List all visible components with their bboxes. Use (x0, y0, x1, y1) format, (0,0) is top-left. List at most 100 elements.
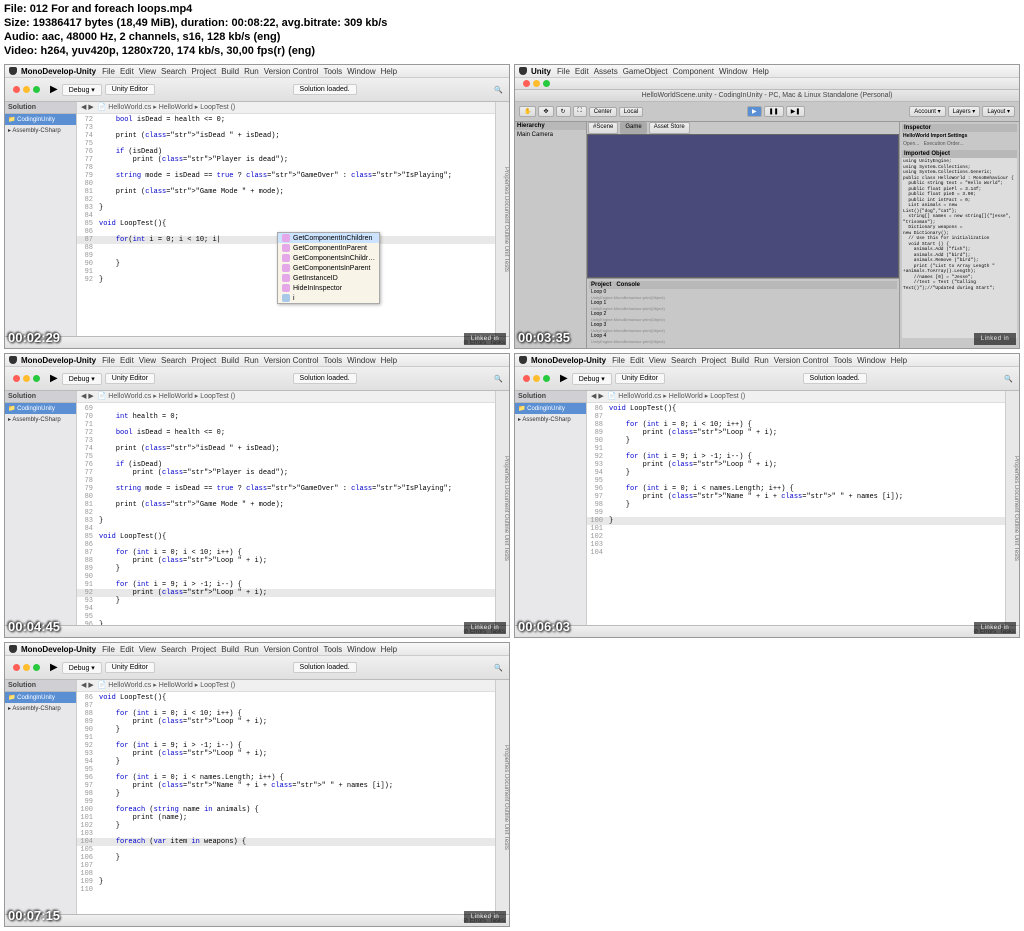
right-panel-tabs[interactable]: Properties Document Outline Unit Tests (495, 680, 509, 914)
menu-item[interactable]: File (102, 356, 115, 365)
menu-item[interactable]: Build (731, 356, 749, 365)
menu-item[interactable]: Project (191, 645, 216, 654)
config-dropdown[interactable]: Debug ▾ (62, 373, 102, 385)
menu-item[interactable]: Assets (594, 67, 618, 76)
menu-item[interactable]: Tools (323, 67, 342, 76)
autocomplete-item[interactable]: GetComponentInParent (278, 243, 379, 253)
menu-item[interactable]: Run (754, 356, 769, 365)
right-panel-tabs[interactable]: Properties Document Outline Unit Tests (495, 102, 509, 336)
project-node[interactable]: 📁 CodingInUnity (5, 403, 76, 414)
menu-item[interactable]: Tools (323, 356, 342, 365)
menu-item[interactable]: Help (381, 356, 397, 365)
autocomplete-item[interactable]: GetComponentsInParent (278, 263, 379, 273)
layers-dropdown[interactable]: Layers ▾ (948, 106, 981, 117)
move-tool[interactable]: ✥ (538, 106, 553, 117)
target-dropdown[interactable]: Unity Editor (615, 373, 665, 384)
solution-sidebar[interactable]: Solution 📁 CodingInUnity ▸ Assembly-CSha… (5, 102, 77, 336)
menu-item[interactable]: Project (701, 356, 726, 365)
project-node[interactable]: 📁 CodingInUnity (5, 692, 76, 703)
menu-item[interactable]: Help (381, 645, 397, 654)
solution-sidebar[interactable]: Solution 📁 CodingInUnity ▸ Assembly-CSha… (5, 391, 77, 625)
code-editor[interactable]: ◀ ▶ 📄 HelloWorld.cs ▸ HelloWorld ▸ LoopT… (587, 391, 1005, 625)
menu-item[interactable]: Search (161, 67, 186, 76)
apple-icon[interactable] (9, 645, 17, 653)
window-controls[interactable] (523, 375, 550, 382)
assembly-node[interactable]: ▸ Assembly-CSharp (515, 414, 586, 425)
menu-item[interactable]: Edit (120, 356, 134, 365)
menu-item[interactable]: Edit (120, 645, 134, 654)
right-panel-tabs[interactable]: Properties Document Outline Unit Tests (495, 391, 509, 625)
config-dropdown[interactable]: Debug ▾ (572, 373, 612, 385)
play-button[interactable]: ▶ (747, 106, 762, 117)
autocomplete-item[interactable]: HideInInspector (278, 283, 379, 293)
rotate-tool[interactable]: ↻ (556, 106, 571, 117)
menu-item[interactable]: Edit (630, 356, 644, 365)
target-dropdown[interactable]: Unity Editor (105, 84, 155, 95)
target-dropdown[interactable]: Unity Editor (105, 662, 155, 673)
menu-item[interactable]: Version Control (264, 67, 319, 76)
menu-item[interactable]: View (139, 67, 156, 76)
menu-item[interactable]: Edit (120, 67, 134, 76)
pivot-toggle[interactable]: Center (589, 107, 617, 117)
menu-item[interactable]: Help (381, 67, 397, 76)
project-node[interactable]: 📁 CodingInUnity (515, 403, 586, 414)
autocomplete-item[interactable]: GetInstanceID (278, 273, 379, 283)
hierarchy-panel[interactable]: Hierarchy Main Camera (515, 122, 587, 348)
menu-item[interactable]: Version Control (774, 356, 829, 365)
hand-tool[interactable]: ✋ (519, 106, 536, 117)
menu-item[interactable]: Help (891, 356, 907, 365)
space-toggle[interactable]: Local (619, 107, 643, 117)
breadcrumb[interactable]: ◀ ▶ 📄 HelloWorld.cs ▸ HelloWorld ▸ LoopT… (77, 680, 495, 692)
window-controls[interactable] (13, 86, 40, 93)
game-view[interactable] (587, 134, 899, 278)
menu-item[interactable]: Project (191, 67, 216, 76)
window-controls[interactable] (13, 375, 40, 382)
apple-icon[interactable] (9, 356, 17, 364)
solution-sidebar[interactable]: Solution 📁 CodingInUnity ▸ Assembly-CSha… (5, 680, 77, 914)
menu-item[interactable]: File (612, 356, 625, 365)
autocomplete-item[interactable]: GetComponentInChildren (278, 233, 379, 243)
config-dropdown[interactable]: Debug ▾ (62, 662, 102, 674)
menu-item[interactable]: Window (347, 67, 375, 76)
project-node[interactable]: 📁 CodingInUnity (5, 114, 76, 125)
menu-item[interactable]: Help (752, 67, 768, 76)
menu-item[interactable]: Version Control (264, 356, 319, 365)
console-panel[interactable]: Project Console Loop 0UnityEngine.MonoBe… (587, 278, 899, 348)
menu-item[interactable]: Component (673, 67, 714, 76)
account-dropdown[interactable]: Account ▾ (909, 106, 945, 117)
menu-item[interactable]: Search (161, 645, 186, 654)
code-editor[interactable]: ◀ ▶ 📄 HelloWorld.cs ▸ HelloWorld ▸ LoopT… (77, 102, 495, 336)
assembly-node[interactable]: ▸ Assembly-CSharp (5, 414, 76, 425)
menu-item[interactable]: View (649, 356, 666, 365)
menu-item[interactable]: Run (244, 67, 259, 76)
menu-item[interactable]: Search (161, 356, 186, 365)
menu-item[interactable]: Project (191, 356, 216, 365)
breadcrumb[interactable]: ◀ ▶ 📄 HelloWorld.cs ▸ HelloWorld ▸ LoopT… (77, 391, 495, 403)
menu-item[interactable]: Build (221, 356, 239, 365)
menu-item[interactable]: Edit (575, 67, 589, 76)
scene-tabs[interactable]: #SceneGameAsset Store (587, 122, 899, 134)
menu-item[interactable]: File (102, 645, 115, 654)
config-dropdown[interactable]: Debug ▾ (62, 84, 102, 96)
menu-item[interactable]: Run (244, 645, 259, 654)
menu-item[interactable]: View (139, 356, 156, 365)
menu-item[interactable]: Window (347, 356, 375, 365)
menu-item[interactable]: File (102, 67, 115, 76)
scale-tool[interactable]: ⛶ (573, 106, 587, 117)
menu-item[interactable]: File (557, 67, 570, 76)
solution-sidebar[interactable]: Solution 📁 CodingInUnity ▸ Assembly-CSha… (515, 391, 587, 625)
assembly-node[interactable]: ▸ Assembly-CSharp (5, 703, 76, 714)
target-dropdown[interactable]: Unity Editor (105, 373, 155, 384)
apple-icon[interactable] (519, 356, 527, 364)
menu-item[interactable]: Window (347, 645, 375, 654)
menu-item[interactable]: Run (244, 356, 259, 365)
step-button[interactable]: ▶❚ (786, 106, 806, 117)
menu-item[interactable]: View (139, 645, 156, 654)
menu-item[interactable]: Search (671, 356, 696, 365)
window-controls[interactable] (13, 664, 40, 671)
right-panel-tabs[interactable]: Properties Document Outline Unit Tests (1005, 391, 1019, 625)
pause-button[interactable]: ❚❚ (764, 106, 784, 117)
menu-item[interactable]: Build (221, 67, 239, 76)
autocomplete-item[interactable]: i (278, 293, 379, 303)
menu-item[interactable]: Build (221, 645, 239, 654)
